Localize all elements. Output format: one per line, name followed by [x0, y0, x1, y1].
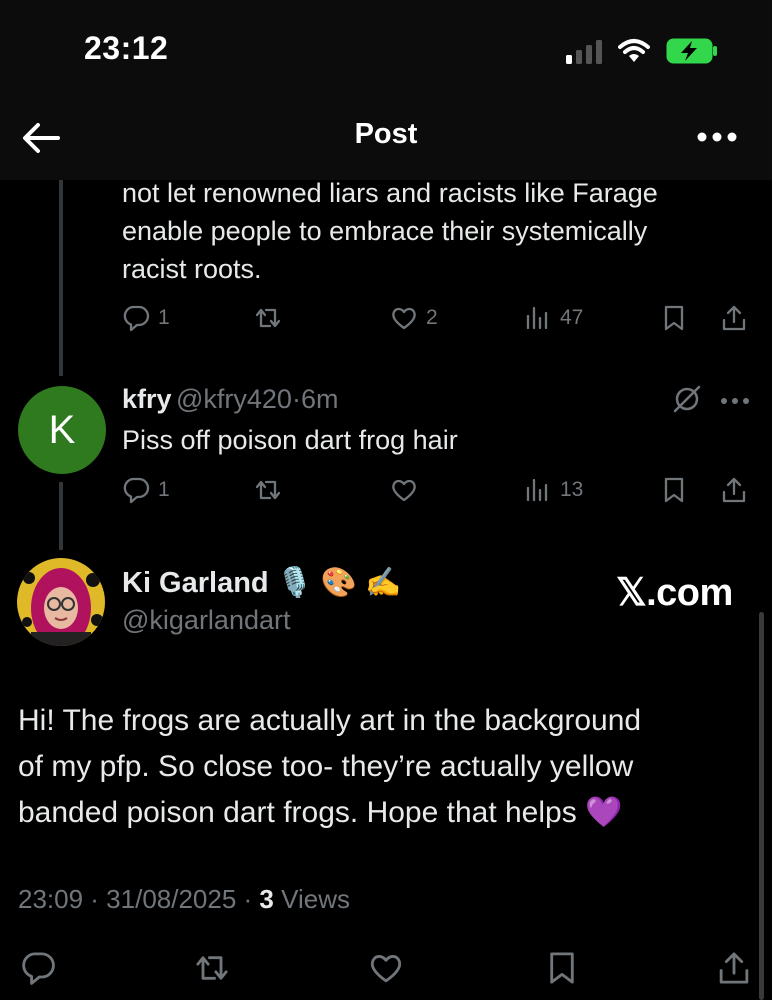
muted-icon[interactable] — [672, 384, 702, 414]
battery-charging-icon — [666, 38, 718, 64]
post-timestamp: 23:09 · 31/08/2025 · — [18, 884, 253, 914]
share-button[interactable] — [716, 950, 752, 986]
bookmark-icon — [664, 305, 684, 331]
reply-icon — [123, 305, 150, 332]
like-button[interactable] — [390, 476, 418, 504]
wifi-icon — [618, 38, 650, 64]
repost-button[interactable] — [194, 950, 230, 986]
more-options-icon[interactable] — [720, 396, 750, 406]
avatar[interactable] — [17, 558, 105, 646]
share-button[interactable] — [720, 304, 748, 332]
watermark: 𝕏.com — [616, 572, 733, 614]
views-icon — [526, 306, 548, 330]
more-options-icon[interactable] — [696, 124, 738, 150]
reply-icon — [123, 477, 150, 504]
avatar[interactable]: K — [18, 386, 106, 474]
reply-icon — [22, 952, 55, 985]
views-button[interactable]: 47 — [524, 304, 583, 332]
repost-button[interactable] — [254, 476, 282, 504]
page-title: Post — [354, 118, 418, 150]
author-handle[interactable]: @kfry420 — [176, 384, 292, 414]
thread-line — [59, 482, 63, 550]
share-button[interactable] — [720, 476, 748, 504]
post-meta: 23:09 · 31/08/2025 · 3 Views — [18, 884, 350, 915]
reply-button[interactable] — [20, 950, 56, 986]
header-background — [0, 0, 772, 180]
share-icon — [722, 477, 746, 503]
bookmark-icon — [550, 952, 574, 984]
reply-button[interactable]: 1 — [122, 304, 170, 332]
share-icon — [719, 952, 749, 984]
post-text: Hi! The frogs are actually art in the ba… — [18, 704, 642, 829]
scrollbar[interactable] — [759, 612, 764, 1000]
heart-icon — [392, 479, 416, 502]
author-emojis: 🎙️ 🎨 ✍️ — [276, 567, 402, 599]
author-name[interactable]: kfry — [122, 384, 172, 414]
author-name[interactable]: Ki Garland 🎙️ 🎨 ✍️ — [122, 566, 401, 600]
heart-icon — [370, 955, 402, 983]
heart-icon — [392, 307, 416, 330]
post-time: 6m — [300, 384, 339, 414]
view-count: 3 — [259, 884, 274, 914]
repost-icon — [255, 308, 281, 328]
bookmark-icon — [664, 477, 684, 503]
status-time: 23:12 — [84, 30, 169, 66]
like-button[interactable] — [368, 950, 404, 986]
reply-header: kfry @kfry420·6m — [122, 384, 338, 415]
bookmark-button[interactable] — [660, 304, 688, 332]
like-button[interactable]: 2 — [390, 304, 438, 332]
share-icon — [722, 305, 746, 331]
views-icon — [526, 478, 548, 502]
reply-button[interactable]: 1 — [122, 476, 170, 504]
views-button[interactable]: 13 — [524, 476, 583, 504]
repost-icon — [196, 956, 228, 980]
bookmark-button[interactable] — [544, 950, 580, 986]
cellular-signal-icon — [566, 40, 604, 64]
views-label: Views — [281, 884, 351, 914]
separator: · — [291, 384, 301, 414]
author-handle[interactable]: @kigarlandart — [122, 605, 291, 636]
parent-post-text: not let renowned liars and racists like … — [122, 178, 658, 284]
bookmark-button[interactable] — [660, 476, 688, 504]
thread-line — [59, 180, 63, 376]
repost-button[interactable] — [254, 304, 282, 332]
reply-text: Piss off poison dart frog hair — [122, 425, 458, 455]
repost-icon — [255, 480, 281, 500]
